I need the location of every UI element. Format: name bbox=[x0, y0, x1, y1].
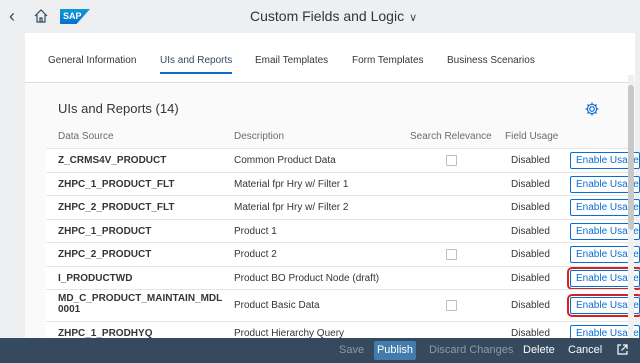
data-source-cell: I_PRODUCTWD bbox=[58, 272, 133, 284]
table-row[interactable]: ZHPC_2_PRODUCT Product 2 Disabled Enable… bbox=[46, 242, 640, 266]
col-field-usage: Field Usage bbox=[505, 131, 559, 142]
data-source-cell: MD_C_PRODUCT_MAINTAIN_MDL 0001 bbox=[58, 293, 222, 315]
col-search-relevance: Search Relevance bbox=[410, 131, 492, 142]
col-description: Description bbox=[234, 131, 285, 142]
cancel-button[interactable]: Cancel bbox=[568, 344, 602, 356]
chevron-left-icon[interactable]: ‹ bbox=[4, 7, 20, 25]
field-usage-cell: Disabled bbox=[511, 178, 550, 190]
table-row[interactable]: ZHPC_1_PRODUCT Product 1 Disabled Enable… bbox=[46, 218, 640, 242]
field-usage-cell: Disabled bbox=[511, 300, 550, 311]
search-relevance-checkbox[interactable] bbox=[446, 155, 457, 166]
field-usage-cell: Disabled bbox=[511, 202, 550, 213]
table-row[interactable]: Z_CRMS4V_PRODUCT Common Product Data Dis… bbox=[46, 148, 640, 172]
tab-bar: General Information UIs and Reports Emai… bbox=[25, 33, 635, 83]
field-usage-cell: Disabled bbox=[511, 155, 550, 166]
app-title[interactable]: Custom Fields and Logic ∨ bbox=[250, 8, 417, 24]
description-cell: Product 1 bbox=[234, 225, 277, 237]
table-row[interactable]: ZHPC_1_PRODUCT_FLT Material fpr Hry w/ F… bbox=[46, 171, 640, 195]
data-source-cell: Z_CRMS4V_PRODUCT bbox=[58, 155, 167, 166]
sap-logo[interactable]: SAP bbox=[60, 9, 90, 24]
shell-bar: ‹ SAP Custom Fields and Logic ∨ bbox=[0, 0, 640, 33]
home-icon[interactable] bbox=[33, 8, 49, 24]
publish-button[interactable]: Publish bbox=[374, 341, 416, 360]
footer-toolbar: Save Publish Discard Changes Delete Canc… bbox=[0, 338, 640, 363]
description-cell: Product Basic Data bbox=[234, 300, 320, 311]
main-content: General Information UIs and Reports Emai… bbox=[25, 33, 640, 345]
data-source-line2: 0001 bbox=[58, 304, 81, 315]
chevron-down-icon: ∨ bbox=[409, 12, 418, 24]
table-header: Data Source Description Search Relevance… bbox=[46, 126, 635, 148]
scrollbar-thumb[interactable] bbox=[628, 85, 634, 230]
description-cell: Common Product Data bbox=[234, 155, 336, 166]
tab-email-templates[interactable]: Email Templates bbox=[255, 55, 328, 66]
field-usage-cell: Disabled bbox=[511, 272, 550, 284]
description-cell: Material fpr Hry w/ Filter 2 bbox=[234, 202, 349, 213]
data-source-cell: ZHPC_2_PRODUCT bbox=[58, 249, 152, 260]
table-row[interactable]: MD_C_PRODUCT_MAINTAIN_MDL 0001 Product Ba… bbox=[46, 289, 640, 321]
data-source-line1: MD_C_PRODUCT_MAINTAIN_MDL bbox=[58, 293, 223, 304]
tab-general-information[interactable]: General Information bbox=[48, 55, 136, 66]
uis-reports-section: UIs and Reports (14) Data Source Descrip… bbox=[25, 84, 640, 345]
discard-changes-button[interactable]: Discard Changes bbox=[429, 344, 513, 356]
table-row[interactable]: ZHPC_2_PRODUCT_FLT Material fpr Hry w/ F… bbox=[46, 195, 640, 219]
description-cell: Product 2 bbox=[234, 249, 277, 260]
app-title-text: Custom Fields and Logic bbox=[250, 8, 405, 24]
data-source-cell: ZHPC_1_PRODUCT_FLT bbox=[58, 178, 175, 190]
search-relevance-checkbox[interactable] bbox=[446, 300, 457, 311]
col-data-source: Data Source bbox=[58, 131, 114, 142]
gear-icon[interactable] bbox=[584, 101, 600, 117]
data-source-cell: ZHPC_2_PRODUCT_FLT bbox=[58, 202, 175, 213]
table-row[interactable]: I_PRODUCTWD Product BO Product Node (dra… bbox=[46, 265, 640, 290]
external-link-icon[interactable] bbox=[616, 343, 629, 356]
save-button[interactable]: Save bbox=[339, 344, 364, 356]
tab-form-templates[interactable]: Form Templates bbox=[352, 55, 424, 66]
description-cell: Material fpr Hry w/ Filter 1 bbox=[234, 178, 349, 190]
field-usage-cell: Disabled bbox=[511, 225, 550, 237]
data-source-cell: ZHPC_1_PRODUCT bbox=[58, 225, 152, 237]
tab-uis-and-reports[interactable]: UIs and Reports bbox=[160, 55, 233, 74]
section-title: UIs and Reports (14) bbox=[58, 101, 179, 116]
description-cell: Product BO Product Node (draft) bbox=[234, 272, 380, 284]
search-relevance-checkbox[interactable] bbox=[446, 249, 457, 260]
field-usage-cell: Disabled bbox=[511, 249, 550, 260]
tab-business-scenarios[interactable]: Business Scenarios bbox=[447, 55, 535, 66]
delete-button[interactable]: Delete bbox=[523, 344, 555, 356]
